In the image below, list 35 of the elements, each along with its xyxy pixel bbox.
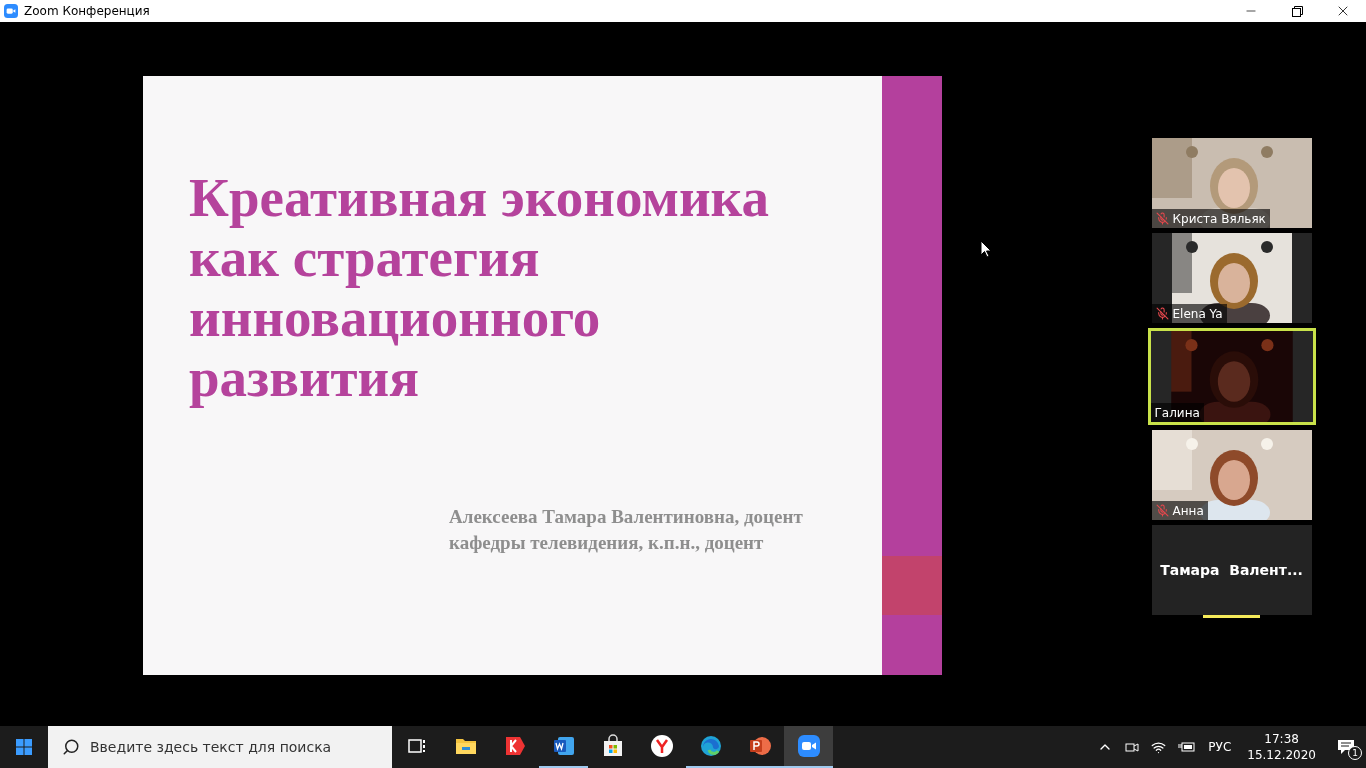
slide-title: Креативная экономика как стратегия инновационного развития [189,168,770,408]
restore-icon [1291,5,1303,17]
clock-time: 17:38 [1264,731,1299,747]
slide-accent-block [882,556,942,615]
search-field[interactable]: Введите здесь текст для поиска [48,726,392,768]
participant-tile[interactable]: Elena Ya [1151,233,1312,323]
yandex-icon [649,734,674,758]
participant-name: Анна [1172,502,1204,520]
zoom-icon [796,734,821,758]
notification-count: 1 [1348,746,1362,760]
participant-tile[interactable]: Галина [1147,328,1316,425]
zoom-logo-icon [4,4,18,18]
taskbar-app-button[interactable] [784,726,833,768]
participant-name: Elena Ya [1172,305,1223,323]
clock[interactable]: 17:38 15.12.2020 [1247,731,1316,763]
participant-tile[interactable]: Анна [1151,430,1312,520]
tile-indicator [1203,615,1260,618]
slide-author: Алексеева Тамара Валентиновна, доцент кафедры телевидения, к.п.н., доцент [449,505,804,555]
windows-logo-icon [16,739,32,755]
mouse-cursor-icon [980,240,992,258]
clock-date: 15.12.2020 [1247,747,1316,763]
participant-tile[interactable]: Тамара Валент... [1151,525,1312,615]
notifications-button[interactable]: 1 [1326,726,1366,768]
participant-name: Тамара Валент... [1160,560,1303,580]
wifi-icon[interactable] [1151,739,1167,755]
window-title: Zoom Конференция [24,3,150,20]
language-indicator[interactable]: РУС [1208,738,1232,756]
battery-icon[interactable] [1178,741,1197,753]
powerpoint-icon [747,734,772,758]
participant-tile[interactable]: Криста Вяльяк [1151,138,1312,228]
word-icon [551,734,576,758]
search-icon [62,738,80,756]
participant-name: Галина [1154,404,1200,422]
participant-name: Криста Вяльяк [1172,210,1266,228]
edge-icon [698,734,723,758]
